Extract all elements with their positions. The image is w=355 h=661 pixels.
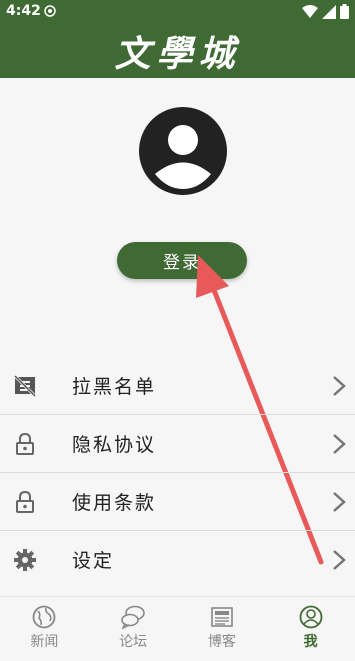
chevron-right-icon	[333, 434, 346, 454]
chat-bubbles-icon	[121, 605, 145, 629]
nav-label: 新闻	[30, 634, 59, 650]
gear-icon	[14, 549, 36, 571]
login-button[interactable]: 登录	[117, 242, 247, 279]
lock-icon	[16, 491, 34, 513]
nav-label: 我	[303, 634, 318, 650]
nav-tab-me[interactable]: 我	[266, 597, 355, 661]
chevron-right-icon	[333, 492, 346, 512]
menu-item-privacy[interactable]: 隐私协议	[0, 415, 355, 473]
nav-label: 博客	[207, 634, 236, 650]
status-icons	[302, 4, 349, 19]
menu-item-label: 设定	[72, 550, 115, 572]
nav-tab-forum[interactable]: 论坛	[89, 597, 178, 661]
menu-item-settings[interactable]: 设定	[0, 531, 355, 588]
menu-item-terms[interactable]: 使用条款	[0, 473, 355, 531]
app-header: 文學城	[0, 24, 355, 78]
bottom-navigation: 新闻 论坛 博客 我	[0, 596, 355, 661]
menu-item-label: 隐私协议	[72, 434, 157, 456]
settings-menu: 拉黑名单 隐私协议 使用条款 设定	[0, 357, 355, 588]
lock-icon	[16, 433, 34, 455]
nav-tab-news[interactable]: 新闻	[0, 597, 89, 661]
newspaper-icon	[211, 607, 233, 627]
person-icon	[299, 605, 323, 629]
menu-item-blocklist[interactable]: 拉黑名单	[0, 357, 355, 415]
menu-item-label: 拉黑名单	[72, 376, 157, 398]
status-time: 4:42	[6, 3, 41, 19]
globe-icon	[32, 605, 56, 629]
notification-icon	[44, 5, 56, 17]
nav-label: 论坛	[119, 634, 148, 650]
menu-item-label: 使用条款	[72, 492, 157, 514]
status-bar: 4:42	[0, 0, 355, 24]
nav-tab-blog[interactable]: 博客	[178, 597, 267, 661]
avatar-icon[interactable]	[139, 107, 227, 195]
chevron-right-icon	[333, 550, 346, 570]
signal-icon	[322, 4, 336, 19]
wifi-icon	[302, 4, 318, 18]
battery-icon	[340, 4, 349, 19]
blocklist-icon	[14, 375, 36, 397]
login-button-label: 登录	[163, 253, 201, 273]
chevron-right-icon	[333, 376, 346, 396]
app-logo-title: 文學城	[114, 33, 241, 75]
